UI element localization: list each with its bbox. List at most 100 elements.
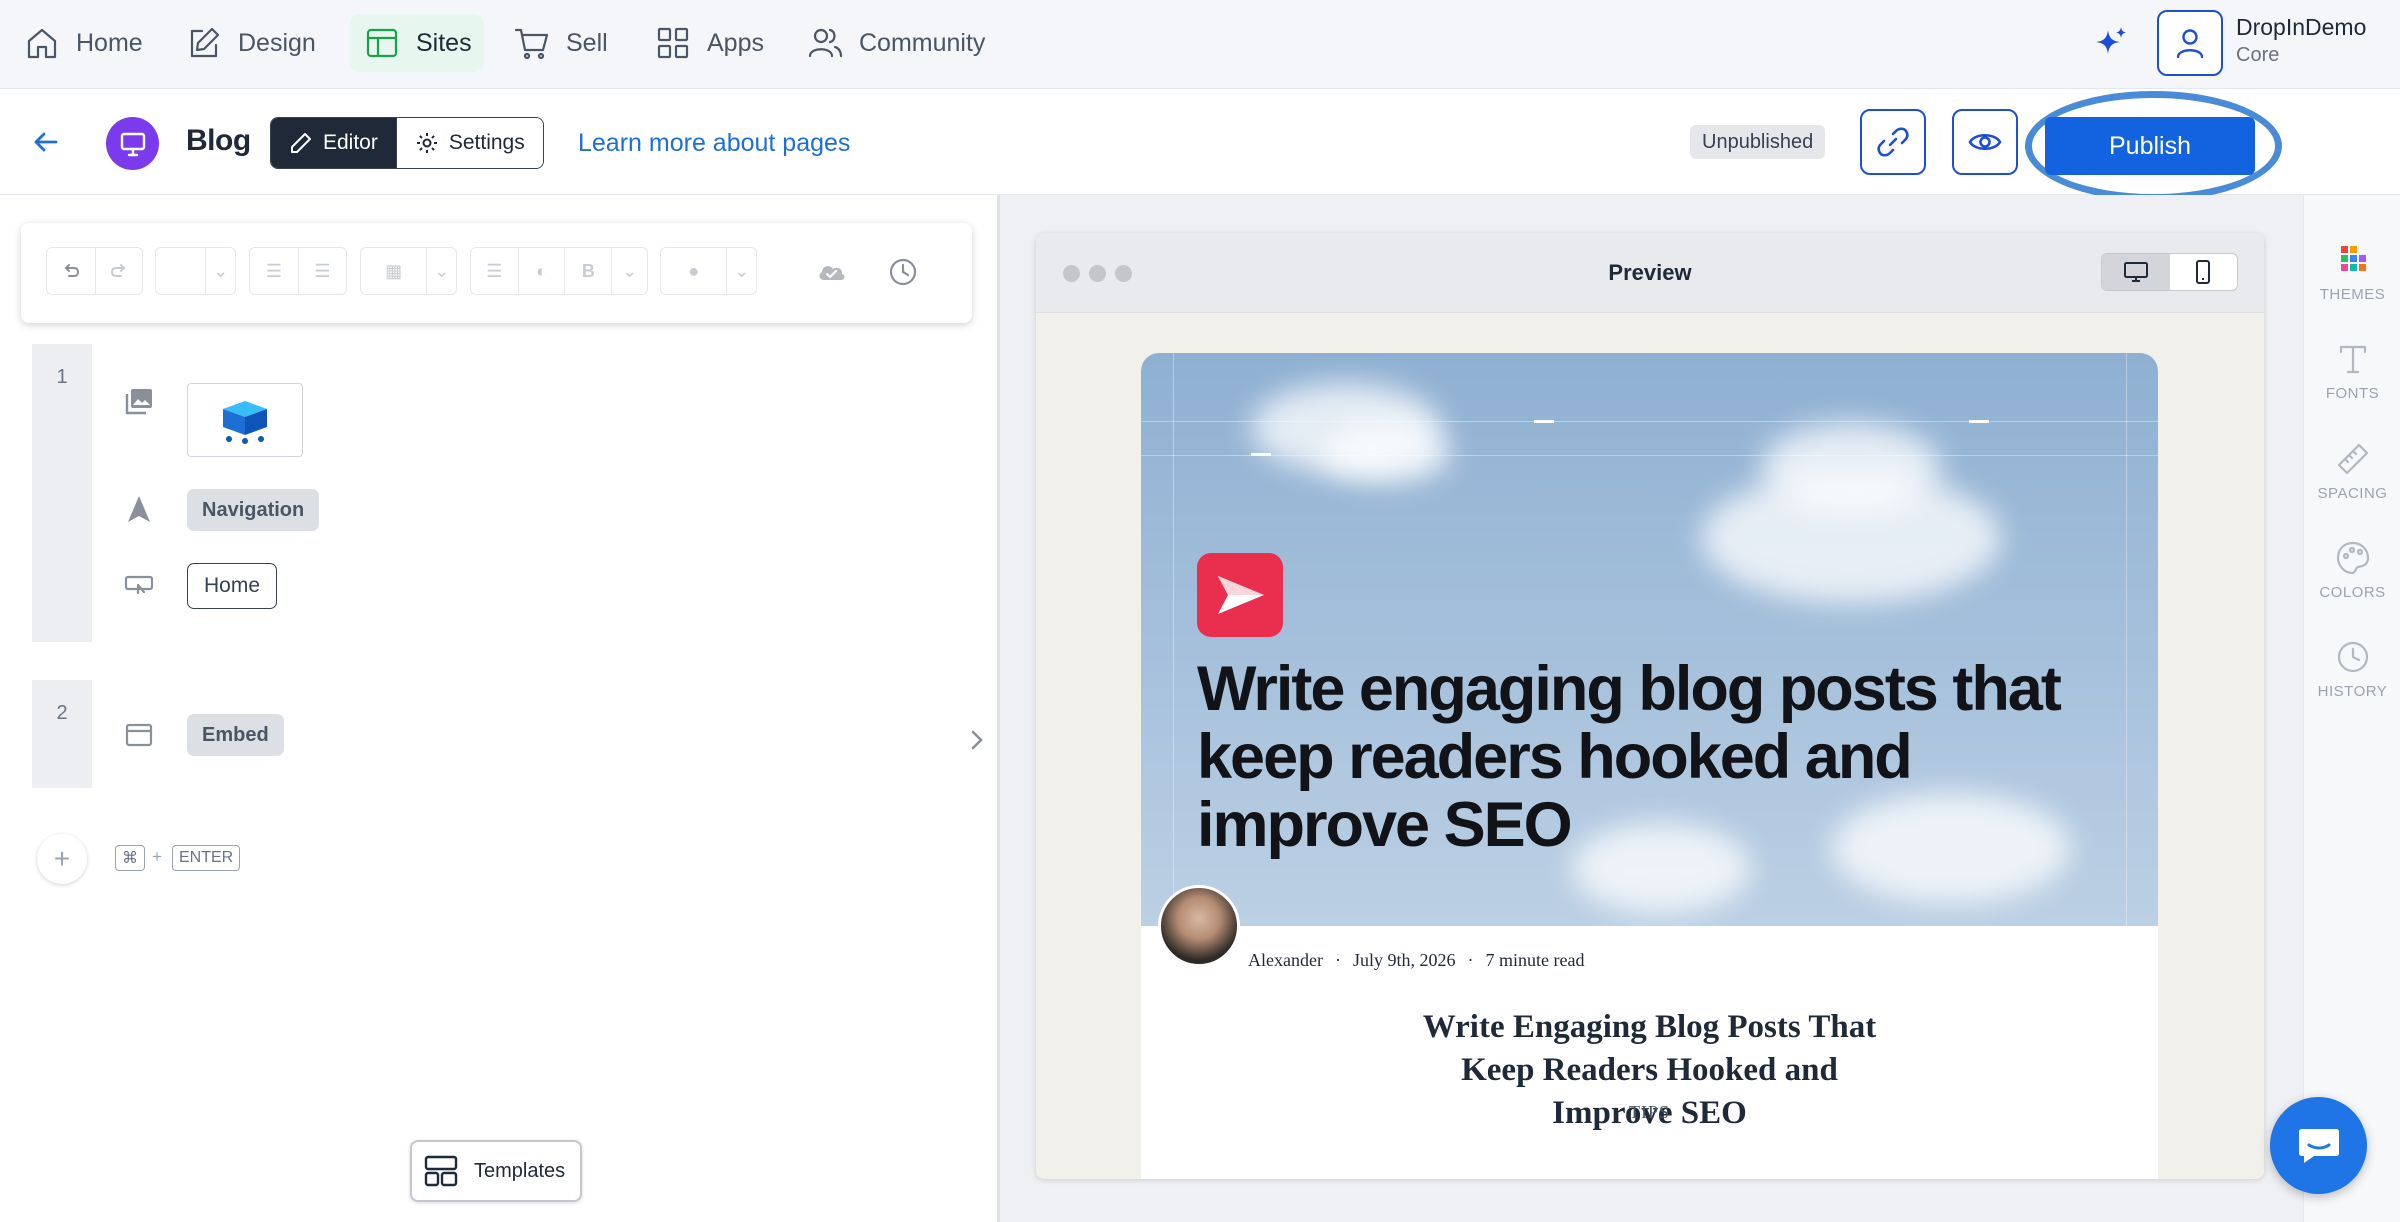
chevron-down-icon: ⌄ xyxy=(205,248,235,294)
mobile-view-button[interactable] xyxy=(2170,254,2238,290)
author-name: Alexander xyxy=(1248,950,1323,970)
home-icon xyxy=(27,28,57,59)
ai-sparkle-icon[interactable] xyxy=(2092,24,2130,62)
chevron-down-icon[interactable]: ⌄ xyxy=(611,248,647,294)
navigation-arrow-icon xyxy=(128,496,150,522)
block-type-dropdown[interactable]: ▦ ⌄ xyxy=(360,247,457,295)
align-left-icon[interactable]: ☰ xyxy=(471,248,518,294)
numbered-list-icon[interactable]: ☰ xyxy=(297,248,346,294)
rail-colors[interactable]: COLORS xyxy=(2304,538,2400,601)
hero-title: Write engaging blog posts that keep read… xyxy=(1197,654,2062,860)
meta-separator: · xyxy=(1334,950,1341,970)
grid-icon xyxy=(657,27,689,59)
nav-home[interactable]: Home xyxy=(10,14,155,72)
post-meta: Alexander · July 9th, 2026 · 7 minute re… xyxy=(1248,950,1584,971)
rail-fonts[interactable]: FONTS xyxy=(2304,339,2400,402)
undo-button[interactable] xyxy=(47,248,95,294)
chevron-right-icon[interactable] xyxy=(966,725,988,755)
nav-apps-label: Apps xyxy=(707,28,764,57)
add-block-button[interactable]: + xyxy=(37,834,87,884)
insert-icon: ● xyxy=(688,260,700,281)
clock-icon[interactable] xyxy=(887,256,919,288)
editor-tab[interactable]: Editor xyxy=(271,118,396,168)
block-icon: ▦ xyxy=(385,260,403,281)
nav-design-label: Design xyxy=(238,28,316,57)
embed-chip[interactable]: Embed xyxy=(187,714,284,756)
eye-icon xyxy=(1968,133,2002,151)
device-toggle xyxy=(2101,253,2238,291)
desktop-view-button[interactable] xyxy=(2102,254,2170,290)
arrow-logo-icon xyxy=(1218,576,1264,614)
cloud-shape xyxy=(1761,423,1941,513)
publish-button[interactable]: Publish xyxy=(2045,117,2255,175)
account-name: DropInDemo xyxy=(2236,14,2367,40)
nav-placeholder-dash xyxy=(1969,420,1989,423)
chevron-down-icon: ⌄ xyxy=(726,248,756,294)
templates-label: Templates xyxy=(474,1159,566,1182)
chat-bubble-icon xyxy=(2298,1128,2339,1163)
nav-placeholder-dash xyxy=(1251,453,1271,456)
redo-icon xyxy=(110,264,126,277)
nav-sites[interactable]: Sites xyxy=(350,14,484,72)
layout-icon xyxy=(366,28,398,58)
rail-history[interactable]: HISTORY xyxy=(2304,637,2400,700)
redo-button[interactable] xyxy=(94,248,143,294)
page-header: Blog Editor Settings Learn more about pa… xyxy=(0,89,2400,201)
preview-titlebar: Preview xyxy=(1036,233,2264,313)
cloud-saved-icon xyxy=(819,266,845,280)
home-button-chip[interactable]: Home xyxy=(187,563,278,609)
nav-apps[interactable]: Apps xyxy=(641,14,776,72)
rail-themes-label: THEMES xyxy=(2319,286,2386,303)
back-arrow-icon[interactable] xyxy=(30,126,62,158)
nav-design[interactable]: Design xyxy=(172,14,328,72)
author-avatar xyxy=(1158,885,1240,967)
align-color-bold-group: ☰ ◐ B ⌄ xyxy=(470,247,648,295)
window-embed-icon xyxy=(125,723,153,747)
templates-button[interactable]: Templates xyxy=(410,1140,582,1202)
post-date: July 9th, 2026 xyxy=(1352,950,1456,970)
nav-home-label: Home xyxy=(76,28,143,57)
settings-tab[interactable]: Settings xyxy=(395,118,543,168)
palette-icon[interactable]: ◐ xyxy=(517,248,565,294)
bullet-list-icon[interactable]: ☰ xyxy=(250,248,298,294)
rail-spacing-label: SPACING xyxy=(2317,485,2388,502)
rail-spacing[interactable]: SPACING xyxy=(2304,439,2400,502)
bold-icon[interactable]: B xyxy=(564,248,611,294)
nav-placeholder-dash xyxy=(1534,420,1554,423)
editor-tab-label: Editor xyxy=(323,131,378,154)
design-rail: THEMES FONTS SPACING COLORS HISTORY xyxy=(2303,195,2400,1222)
desktop-icon xyxy=(2123,262,2148,282)
insert-dropdown[interactable]: ● ⌄ xyxy=(660,247,757,295)
link-icon xyxy=(1877,127,1909,157)
post-tag: TIPS xyxy=(1628,1102,1670,1122)
user-avatar-button[interactable] xyxy=(2157,10,2223,76)
copy-link-button[interactable] xyxy=(1860,109,1926,175)
meta-separator: · xyxy=(1467,950,1474,970)
text-style-value xyxy=(156,248,205,294)
logo-image-icon xyxy=(223,401,267,444)
nav-community-label: Community xyxy=(859,28,986,57)
guide-line xyxy=(1141,421,2158,422)
settings-tab-label: Settings xyxy=(448,131,525,154)
site-preview-card: Write engaging blog posts that keep read… xyxy=(1141,353,2158,1179)
top-navigation: Home Design Sites Sell Apps Community Dr… xyxy=(0,0,2400,89)
brand-logo xyxy=(1197,553,1283,637)
text-style-dropdown[interactable]: ⌄ xyxy=(155,247,236,295)
logo-thumbnail[interactable] xyxy=(187,383,303,457)
templates-icon xyxy=(424,1155,458,1187)
account-plan: Core xyxy=(2236,44,2280,66)
pencil-icon xyxy=(291,133,311,153)
plus-icon: + xyxy=(53,843,71,874)
enter-key: ENTER xyxy=(172,845,241,871)
nav-sell[interactable]: Sell xyxy=(500,14,620,72)
rail-themes[interactable]: THEMES xyxy=(2304,240,2400,303)
list-group: ☰ ☰ xyxy=(249,247,347,295)
chat-support-button[interactable] xyxy=(2270,1097,2367,1194)
page-type-icon xyxy=(106,117,159,170)
learn-more-link[interactable]: Learn more about pages xyxy=(578,129,850,158)
preview-button[interactable] xyxy=(1952,109,2018,175)
history-clock-icon xyxy=(2337,641,2368,673)
block-number: 1 xyxy=(32,344,92,642)
navigation-chip[interactable]: Navigation xyxy=(187,489,320,531)
nav-community[interactable]: Community xyxy=(793,14,997,72)
